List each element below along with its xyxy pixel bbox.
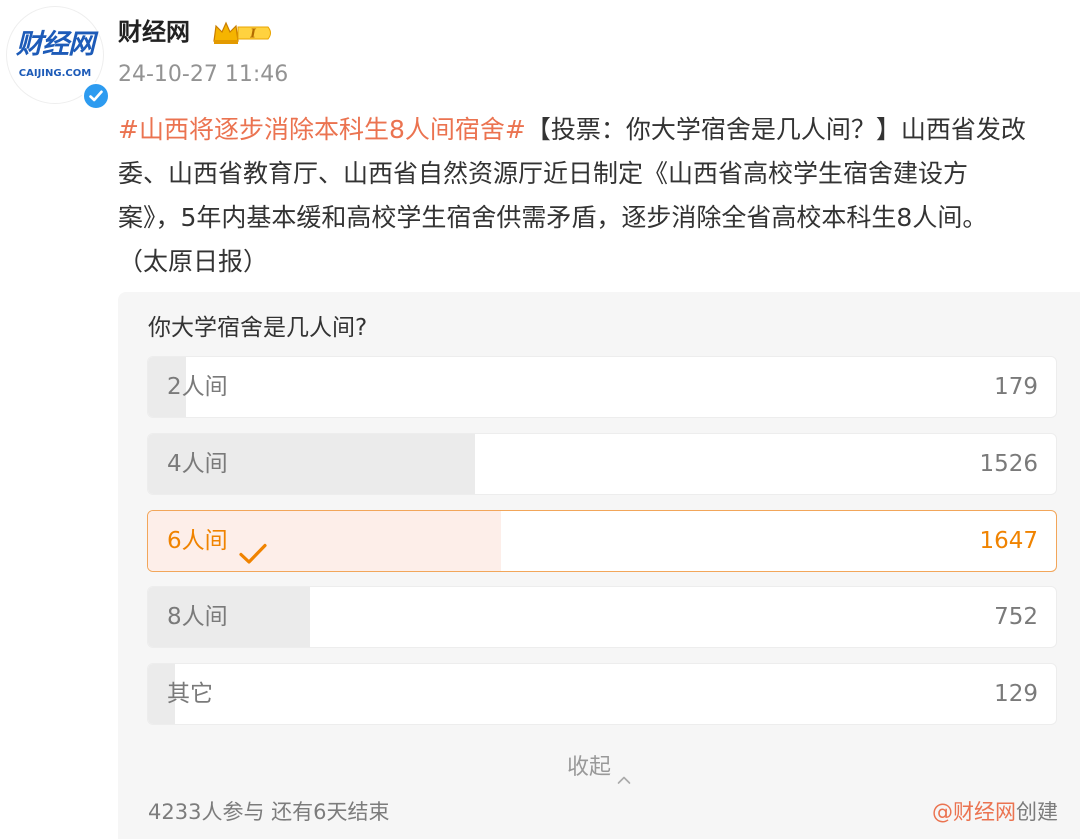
vote-option-8-person[interactable]: 8人间 752 (147, 586, 1057, 648)
vote-remaining: 还有6天结束 (271, 800, 390, 824)
vote-option-label: 6人间 (167, 511, 268, 571)
vote-option-4-person[interactable]: 4人间 1526 (147, 433, 1057, 495)
crown-icon[interactable]: I (212, 20, 274, 46)
vote-option-other[interactable]: 其它 129 (147, 663, 1057, 725)
author-name[interactable]: 财经网 (118, 16, 190, 48)
vote-option-6-person[interactable]: 6人间 1647 (147, 510, 1057, 572)
vote-option-count: 752 (994, 604, 1038, 630)
check-icon (238, 529, 268, 564)
vote-option-label: 8人间 (167, 604, 228, 630)
vote-option-count: 129 (994, 681, 1038, 707)
vote-option-count: 1526 (979, 451, 1038, 477)
vote-option-label: 4人间 (167, 451, 228, 477)
hashtag-link[interactable]: #山西将逐步消除本科生8人间宿舍# (118, 115, 526, 144)
creator-suffix: 创建 (1016, 800, 1058, 824)
verified-check-icon (82, 82, 110, 110)
creator-link[interactable]: @财经网 (932, 800, 1016, 824)
post-body: #山西将逐步消除本科生8人间宿舍#【投票：你大学宿舍是几人间？】山西省发改 委、… (118, 108, 1080, 284)
avatar-logo-subtext: CAIJING.COM (18, 68, 92, 79)
post-timestamp[interactable]: 24-10-27 11:46 (118, 60, 288, 90)
vote-option-count: 1647 (979, 528, 1038, 554)
chevron-up-icon (617, 763, 631, 784)
post-line-2: 委、山西省教育厅、山西省自然资源厅近日制定《山西省高校学生宿舍建设方 (118, 159, 969, 188)
vote-option-count: 179 (994, 374, 1038, 400)
post-line-4: （太原日报） (118, 247, 269, 276)
vip-level-text: I (249, 27, 256, 41)
avatar[interactable]: 财经网 CAIJING.COM (6, 6, 110, 110)
vote-question: 你大学宿舍是几人间? (148, 315, 368, 341)
vote-participants: 4233人参与 (148, 800, 265, 824)
post-line-3: 案》，5年内基本缓和高校学生宿舍供需矛盾，逐步消除全省高校本科生8人间。 (118, 203, 988, 232)
vote-creator: @财经网创建 (932, 798, 1058, 826)
vote-option-2-person[interactable]: 2人间 179 (147, 356, 1057, 418)
vote-stats: 4233人参与 还有6天结束 (148, 798, 390, 826)
post-line-1-text: 【投票：你大学宿舍是几人间？】山西省发改 (525, 115, 1026, 144)
post-line-1: #山西将逐步消除本科生8人间宿舍#【投票：你大学宿舍是几人间？】山西省发改 (118, 108, 1080, 152)
vote-option-label: 其它 (167, 681, 213, 707)
avatar-logo-text: 财经网 (16, 29, 95, 60)
collapse-label: 收起 (566, 755, 611, 780)
vote-card: 你大学宿舍是几人间? 2人间 179 4人间 1526 6人间 1647 8人间… (118, 292, 1080, 839)
collapse-button[interactable]: 收起 (118, 752, 1080, 784)
vote-option-label: 2人间 (167, 374, 228, 400)
